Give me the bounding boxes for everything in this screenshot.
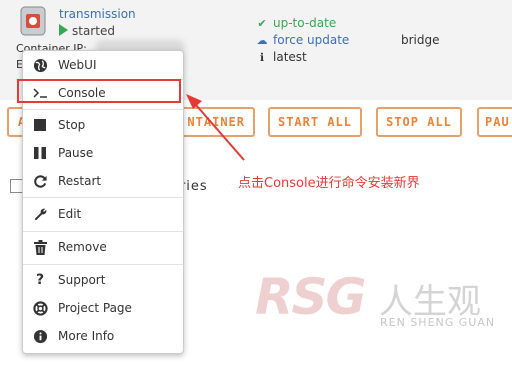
menu-label-more-info: More Info	[58, 329, 115, 343]
info-circle-icon	[32, 328, 48, 344]
cloud-download-icon: ☁	[256, 34, 268, 47]
menu-label-restart: Restart	[58, 174, 102, 188]
restart-icon	[32, 173, 48, 189]
menu-label-edit: Edit	[58, 207, 82, 221]
start-all-button[interactable]: START ALL	[268, 107, 362, 137]
force-update-link[interactable]: force update	[273, 32, 349, 49]
stop-all-button[interactable]: STOP ALL	[376, 107, 462, 137]
menu-label-stop: Stop	[58, 118, 86, 132]
menu-label-webui: WebUI	[58, 58, 97, 72]
menu-label-remove: Remove	[58, 240, 107, 254]
update-status: ✔ up-to-date ☁ force update ℹ latest	[255, 15, 350, 66]
question-icon: ?	[35, 272, 45, 288]
transmission-app-icon[interactable]	[20, 6, 46, 36]
latest-label: latest	[273, 50, 307, 64]
watermark-logo: RSG	[255, 268, 367, 326]
menu-label-project-page: Project Page	[58, 301, 132, 315]
info-icon: ℹ	[259, 51, 265, 64]
annotation-text: 点击Console进行命令安装新界	[238, 176, 420, 191]
menu-item-more-info[interactable]: More Info	[23, 324, 183, 348]
menu-item-stop[interactable]: Stop	[23, 113, 183, 137]
container-state: started	[59, 24, 115, 38]
menu-item-restart[interactable]: Restart	[23, 169, 183, 193]
container-state-label: started	[72, 24, 115, 38]
watermark: RSG 人生观 REN SHENG GUAN	[255, 268, 512, 338]
pause-icon	[32, 145, 48, 161]
up-to-date-label: up-to-date	[273, 16, 337, 30]
menu-label-pause: Pause	[58, 146, 94, 160]
menu-item-edit[interactable]: Edit	[23, 202, 183, 226]
menu-label-support: Support	[58, 273, 106, 287]
globe-icon	[32, 57, 48, 73]
menu-divider	[23, 197, 183, 198]
menu-item-webui[interactable]: WebUI	[23, 53, 183, 77]
play-icon	[59, 24, 68, 36]
stop-icon	[32, 117, 48, 133]
pause-all-button[interactable]: PAU	[477, 107, 512, 137]
menu-item-remove[interactable]: Remove	[23, 235, 183, 259]
container-name-link[interactable]: transmission	[59, 7, 136, 21]
menu-item-support[interactable]: ? Support	[23, 268, 183, 292]
menu-divider	[23, 109, 183, 110]
menu-divider	[23, 231, 183, 232]
watermark-en: REN SHENG GUAN	[380, 316, 496, 329]
wrench-icon	[32, 206, 48, 222]
menu-item-pause[interactable]: Pause	[23, 141, 183, 165]
menu-item-project-page[interactable]: Project Page	[23, 296, 183, 320]
console-highlight-box	[17, 79, 181, 103]
trash-icon	[32, 239, 48, 255]
lifebuoy-icon	[32, 300, 48, 316]
network-mode: bridge	[401, 33, 440, 47]
check-icon: ✔	[257, 17, 267, 30]
menu-divider	[23, 264, 183, 265]
